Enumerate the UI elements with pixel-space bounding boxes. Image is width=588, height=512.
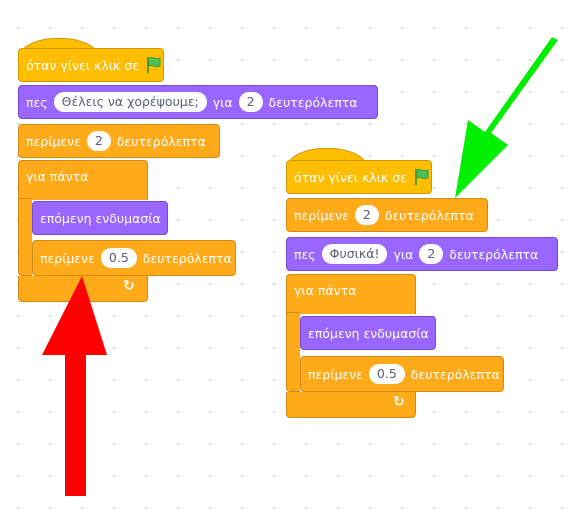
green-arrow xyxy=(455,37,558,198)
annotation-arrows xyxy=(42,37,558,496)
red-arrow xyxy=(42,276,107,496)
